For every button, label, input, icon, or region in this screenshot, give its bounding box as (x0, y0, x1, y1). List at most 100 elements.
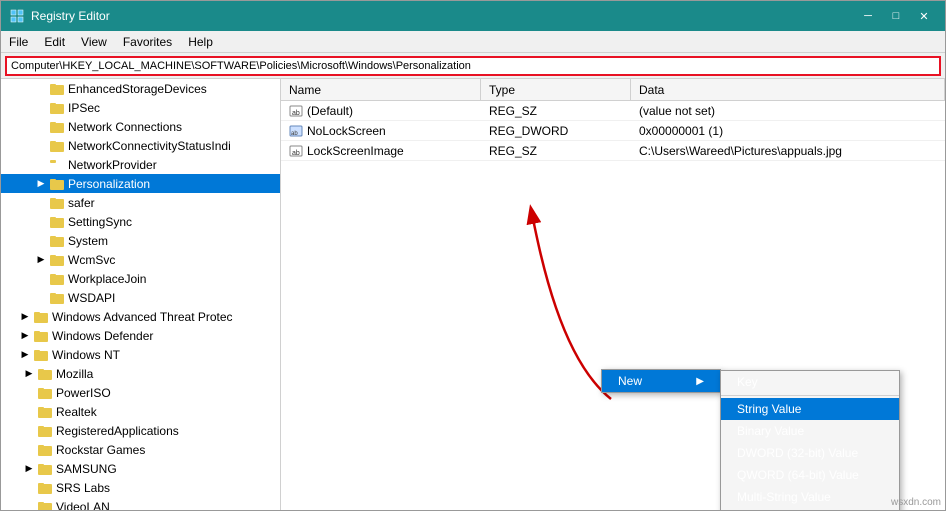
main-content: EnhancedStorageDevices IPSec Network Con… (1, 79, 945, 510)
tree-item-wsdapi[interactable]: WSDAPI (1, 288, 280, 307)
submenu: Key String Value Binary Value DWORD (32-… (720, 370, 900, 510)
tree-arrow: ▶ (33, 176, 49, 192)
folder-icon (33, 328, 49, 344)
tree-label: VideoLAN (56, 500, 110, 511)
tree-arrow: ▶ (33, 252, 49, 268)
tree-label: RegisteredApplications (56, 424, 179, 438)
tree-arrow (33, 290, 49, 306)
tree-arrow: ▶ (17, 347, 33, 363)
tree-item-winnt[interactable]: ▶ Windows NT (1, 345, 280, 364)
tree-item-personalization[interactable]: ▶ Personalization (1, 174, 280, 193)
cell-data: 0x00000001 (1) (631, 124, 945, 138)
menu-file[interactable]: File (1, 31, 36, 52)
tree-arrow: ▶ (21, 461, 37, 477)
cell-name: ab LockScreenImage (281, 144, 481, 158)
tree-item-safer[interactable]: safer (1, 193, 280, 212)
address-bar (1, 53, 945, 79)
tree-item-poweriso[interactable]: PowerISO (1, 383, 280, 402)
tree-label: safer (68, 196, 95, 210)
watermark: wsxdn.com (891, 497, 941, 508)
tree-arrow (33, 195, 49, 211)
cell-name: ab (Default) (281, 104, 481, 118)
cell-name: ab NoLockScreen (281, 124, 481, 138)
svg-text:ab: ab (292, 150, 300, 157)
tree-item-system[interactable]: System (1, 231, 280, 250)
tree-arrow (33, 100, 49, 116)
submenu-item-stringvalue[interactable]: String Value (721, 398, 899, 420)
tree-arrow (33, 81, 49, 97)
folder-icon (49, 290, 65, 306)
cell-data: (value not set) (631, 104, 945, 118)
tree-item-windefender[interactable]: ▶ Windows Defender (1, 326, 280, 345)
tree-item-enhancedstorage[interactable]: EnhancedStorageDevices (1, 79, 280, 98)
submenu-item-binaryvalue[interactable]: Binary Value (721, 420, 899, 442)
submenu-item-expandable[interactable]: Expandable String Value (721, 508, 899, 510)
maximize-button[interactable]: □ (883, 6, 909, 26)
folder-icon (37, 366, 53, 382)
tree-item-rockstar[interactable]: Rockstar Games (1, 440, 280, 459)
tree-label: WcmSvc (68, 253, 115, 267)
window-title: Registry Editor (31, 9, 855, 23)
tree-label: WorkplaceJoin (68, 272, 146, 286)
tree-arrow (33, 233, 49, 249)
menu-edit[interactable]: Edit (36, 31, 73, 52)
tree-label: NetworkConnectivityStatusIndi (68, 139, 231, 153)
tree-item-ipsec[interactable]: IPSec (1, 98, 280, 117)
col-data: Data (631, 79, 945, 100)
tree-item-settingsync[interactable]: SettingSync (1, 212, 280, 231)
tree-item-wcmsvc[interactable]: ▶ WcmSvc (1, 250, 280, 269)
tree-item-netconnstatus[interactable]: NetworkConnectivityStatusIndi (1, 136, 280, 155)
submenu-item-qword[interactable]: QWORD (64-bit) Value (721, 464, 899, 486)
tree-item-mozilla[interactable]: ▶ Mozilla (1, 364, 280, 383)
tree-item-netconn[interactable]: Network Connections (1, 117, 280, 136)
folder-icon (37, 385, 53, 401)
tree-arrow (33, 157, 49, 173)
address-input[interactable] (5, 56, 941, 76)
tree-arrow (21, 442, 37, 458)
tree-item-realtek[interactable]: Realtek (1, 402, 280, 421)
submenu-item-dword[interactable]: DWORD (32-bit) Value (721, 442, 899, 464)
folder-icon (49, 271, 65, 287)
tree-label: Windows Defender (52, 329, 153, 343)
tree-item-netprovider[interactable]: NetworkProvider (1, 155, 280, 174)
cell-type: REG_DWORD (481, 124, 631, 138)
tree-label: IPSec (68, 101, 100, 115)
tree-item-videolan[interactable]: VideoLAN (1, 497, 280, 510)
tree-item-workplacejoin[interactable]: WorkplaceJoin (1, 269, 280, 288)
context-menu-new[interactable]: New ▶ Key String Value B (602, 370, 720, 392)
submenu-item-key[interactable]: Key (721, 371, 899, 393)
tree-arrow (21, 499, 37, 511)
tree-arrow (33, 214, 49, 230)
col-type: Type (481, 79, 631, 100)
menu-view[interactable]: View (73, 31, 115, 52)
minimize-button[interactable]: ─ (855, 6, 881, 26)
folder-icon (49, 157, 65, 173)
tree-label: Windows Advanced Threat Protec (52, 310, 233, 324)
tree-label: Personalization (68, 177, 150, 191)
app-icon (9, 8, 25, 24)
tree-arrow (21, 480, 37, 496)
svg-text:ab: ab (291, 131, 298, 137)
col-name: Name (281, 79, 481, 100)
right-panel: Name Type Data ab (Default) REG_SZ (valu… (281, 79, 945, 510)
tree-arrow (33, 271, 49, 287)
registry-row-nolockscreen[interactable]: ab NoLockScreen REG_DWORD 0x00000001 (1) (281, 121, 945, 141)
tree-label: SRS Labs (56, 481, 110, 495)
menu-bar: File Edit View Favorites Help (1, 31, 945, 53)
tree-item-samsung[interactable]: ▶ SAMSUNG (1, 459, 280, 478)
close-button[interactable]: ✕ (911, 6, 937, 26)
menu-help[interactable]: Help (180, 31, 221, 52)
tree-arrow (33, 138, 49, 154)
folder-icon (49, 100, 65, 116)
tree-item-srslabs[interactable]: SRS Labs (1, 478, 280, 497)
tree-item-regapps[interactable]: RegisteredApplications (1, 421, 280, 440)
menu-favorites[interactable]: Favorites (115, 31, 180, 52)
folder-icon (49, 233, 65, 249)
tree-label: System (68, 234, 108, 248)
tree-item-winathreat[interactable]: ▶ Windows Advanced Threat Protec (1, 307, 280, 326)
registry-row-lockscreenimage[interactable]: ab LockScreenImage REG_SZ C:\Users\Waree… (281, 141, 945, 161)
folder-icon (37, 499, 53, 511)
submenu-item-multistring[interactable]: Multi-String Value (721, 486, 899, 508)
registry-row-default[interactable]: ab (Default) REG_SZ (value not set) (281, 101, 945, 121)
ab-icon-2: ab (289, 144, 303, 158)
